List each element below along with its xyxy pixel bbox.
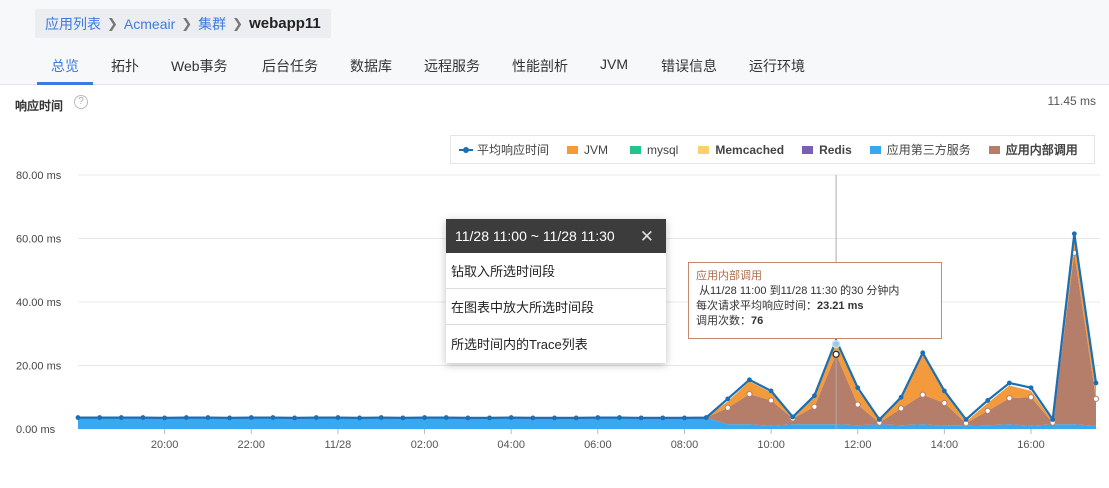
avg-response-point — [1006, 380, 1012, 386]
highlight-point — [831, 339, 841, 349]
avg-response-point — [443, 415, 449, 420]
time-range-popup: 11/28 11:00 ~ 11/28 11:30 ✕ 钻取入所选时间段 在图表… — [446, 219, 666, 363]
avg-response-point — [400, 415, 406, 421]
x-tick-label: 06:00 — [584, 439, 612, 451]
avg-response-point — [465, 415, 471, 421]
tooltip-count-value: 76 — [751, 315, 764, 327]
internal-call-marker — [768, 397, 775, 404]
avg-response-point — [335, 415, 341, 420]
y-tick-label: 80.00 ms — [16, 170, 62, 182]
x-tick-label: 14:00 — [931, 439, 959, 451]
avg-response-point — [530, 415, 536, 421]
internal-call-marker — [854, 401, 861, 408]
avg-response-point — [508, 415, 514, 420]
x-tick-label: 22:00 — [238, 439, 266, 451]
internal-call-marker — [1027, 394, 1035, 401]
avg-response-point — [768, 388, 774, 394]
avg-response-point — [941, 388, 947, 394]
avg-response-point — [97, 415, 103, 420]
avg-response-point — [75, 415, 81, 420]
internal-call-marker — [746, 390, 753, 398]
x-tick-label: 16:00 — [1017, 439, 1045, 451]
avg-response-point — [812, 393, 817, 399]
avg-response-point — [985, 398, 991, 403]
tooltip-avg-value: 23.21 ms — [817, 300, 864, 312]
avg-response-point — [920, 350, 926, 356]
y-tick-label: 20.00 ms — [16, 361, 62, 373]
y-tick-label: 60.00 ms — [16, 234, 62, 246]
tooltip-count-label: 调用次数： — [696, 315, 751, 327]
avg-response-point — [1093, 380, 1099, 386]
avg-response-point — [487, 415, 492, 421]
avg-response-point — [205, 415, 211, 420]
internal-call-marker — [984, 407, 991, 415]
x-tick-label: 12:00 — [844, 439, 872, 451]
chart-tooltip: 应用内部调用 从11/28 11:00 到11/28 11:30 的30 分钟内… — [688, 262, 942, 339]
y-tick-label: 0.00 ms — [16, 424, 56, 436]
avg-response-point — [248, 415, 254, 420]
avg-response-point — [1071, 231, 1077, 237]
avg-response-point — [898, 394, 904, 400]
x-tick-label: 08:00 — [671, 439, 699, 451]
internal-call-marker — [811, 403, 818, 410]
internal-call-marker — [724, 404, 731, 411]
avg-response-point — [140, 415, 146, 420]
avg-response-point — [682, 415, 687, 421]
avg-response-point — [660, 415, 666, 421]
internal-call-marker — [919, 391, 926, 398]
avg-response-point — [855, 385, 861, 391]
avg-response-point — [725, 396, 731, 402]
avg-response-point — [313, 415, 319, 420]
avg-response-point — [292, 415, 297, 421]
x-tick-label: 20:00 — [151, 439, 179, 451]
close-icon[interactable]: ✕ — [640, 227, 654, 247]
internal-call-marker — [897, 405, 905, 412]
avg-response-point — [963, 417, 969, 422]
zoom-in-option[interactable]: 在图表中放大所选时间段 — [446, 289, 666, 325]
tooltip-title: 应用内部调用 — [696, 270, 762, 282]
avg-response-point — [877, 417, 882, 422]
avg-response-point — [552, 415, 557, 421]
internal-call-marker — [941, 399, 948, 407]
x-tick-label: 02:00 — [411, 439, 439, 451]
popup-title: 11/28 11:00 ~ 11/28 11:30 — [455, 228, 615, 244]
tooltip-period: 从11/28 11:00 到11/28 11:30 的30 分钟内 — [699, 285, 900, 297]
avg-response-point — [595, 415, 601, 420]
highlight-marker — [832, 350, 840, 358]
avg-response-point — [1050, 417, 1056, 422]
internal-call-marker — [1092, 395, 1100, 402]
avg-response-point — [1028, 385, 1034, 391]
avg-response-point — [118, 415, 124, 420]
avg-response-point — [183, 415, 189, 420]
trace-list-option[interactable]: 所选时间内的Trace列表 — [446, 325, 666, 361]
popup-header: 11/28 11:00 ~ 11/28 11:30 ✕ — [446, 219, 666, 253]
x-tick-label: 04:00 — [497, 439, 525, 451]
avg-response-point — [573, 415, 579, 421]
x-tick-label: 10:00 — [757, 439, 785, 451]
avg-response-point — [617, 415, 622, 420]
tooltip-avg-label: 每次请求平均响应时间： — [696, 300, 817, 312]
avg-response-point — [357, 415, 362, 421]
avg-response-point — [422, 415, 427, 420]
avg-response-point — [270, 415, 276, 420]
avg-response-point — [227, 415, 233, 421]
avg-response-point — [790, 414, 796, 420]
avg-response-point — [747, 377, 752, 383]
internal-call-marker — [1006, 395, 1013, 402]
avg-response-point — [162, 415, 168, 421]
drill-down-option[interactable]: 钻取入所选时间段 — [446, 253, 666, 289]
avg-response-point — [638, 415, 644, 421]
y-tick-label: 40.00 ms — [16, 297, 62, 309]
avg-response-point — [703, 415, 709, 420]
avg-response-point — [378, 415, 384, 420]
x-tick-label: 11/28 — [325, 439, 352, 451]
